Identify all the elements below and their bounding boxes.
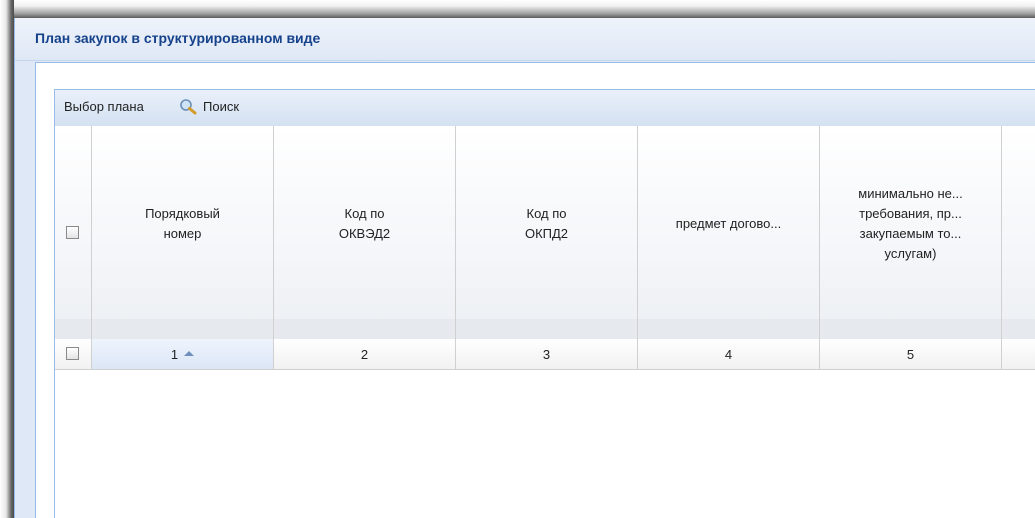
header-band bbox=[55, 319, 91, 339]
search-icon bbox=[180, 99, 197, 115]
grid-toolbar: Выбор плана Поиск bbox=[54, 89, 1035, 127]
row-cell-okpd2: 3 bbox=[456, 339, 638, 369]
header-col-okpd2[interactable]: Код по ОКПД2 bbox=[456, 126, 638, 339]
header-col-label: Код по ОКПД2 bbox=[524, 205, 569, 241]
header-col-label: Порядковый номер bbox=[145, 205, 220, 241]
grid-header: Порядковый номер Код по ОКВЭД2 Код по ОК… bbox=[55, 126, 1035, 339]
header-col-next bbox=[1002, 126, 1035, 339]
procurement-plan-window: План закупок в структурированном виде Вы… bbox=[14, 18, 1035, 518]
header-band bbox=[274, 319, 455, 339]
row-cell-order-number: 1 bbox=[92, 339, 274, 369]
screenshot-page: План закупок в структурированном виде Вы… bbox=[0, 0, 1035, 518]
sort-ascending-icon bbox=[184, 350, 195, 356]
search-button[interactable]: Поиск bbox=[180, 99, 240, 115]
window-title: План закупок в структурированном виде bbox=[35, 30, 321, 46]
row-checkbox[interactable] bbox=[66, 347, 79, 360]
header-band bbox=[1002, 319, 1035, 339]
header-col-order-number[interactable]: Порядковый номер bbox=[92, 126, 274, 339]
cell-value: 2 bbox=[360, 346, 369, 362]
header-col-okved2[interactable]: Код по ОКВЭД2 bbox=[274, 126, 456, 339]
header-band bbox=[456, 319, 637, 339]
search-button-label: Поиск bbox=[203, 99, 240, 114]
header-col-label: предмет догово... bbox=[675, 215, 782, 231]
select-plan-button[interactable]: Выбор плана bbox=[64, 99, 144, 114]
header-col-min-requirements[interactable]: минимально не... требования, пр... закуп… bbox=[820, 126, 1002, 339]
header-col-label: минимально не... требования, пр... закуп… bbox=[858, 185, 963, 261]
cell-value: 5 bbox=[906, 346, 915, 362]
window-header: План закупок в структурированном виде bbox=[15, 18, 1035, 61]
select-all-checkbox[interactable] bbox=[66, 226, 79, 239]
cell-value: 4 bbox=[724, 346, 733, 362]
header-col-label: Код по ОКВЭД2 bbox=[338, 205, 391, 241]
header-band bbox=[92, 319, 273, 339]
row-select-cell bbox=[55, 339, 92, 369]
row-cell-okved2: 2 bbox=[274, 339, 456, 369]
row-cell-next bbox=[1002, 339, 1035, 369]
header-band bbox=[638, 319, 819, 339]
row-cell-min-requirements: 5 bbox=[820, 339, 1002, 369]
cell-value: 1 bbox=[170, 346, 179, 362]
header-col-contract-subject[interactable]: предмет догово... bbox=[638, 126, 820, 339]
header-select-all-cell bbox=[55, 126, 92, 339]
cell-value: 3 bbox=[542, 346, 551, 362]
header-band bbox=[820, 319, 1001, 339]
row-cell-contract-subject: 4 bbox=[638, 339, 820, 369]
window-shadow-left bbox=[0, 0, 14, 518]
window-shadow-top bbox=[0, 0, 1035, 18]
procurement-grid: Порядковый номер Код по ОКВЭД2 Код по ОК… bbox=[54, 126, 1035, 518]
inner-panel: Выбор плана Поиск Порядковый номер Код п… bbox=[35, 62, 1035, 518]
table-row[interactable]: 1 2 3 4 5 bbox=[55, 339, 1035, 370]
